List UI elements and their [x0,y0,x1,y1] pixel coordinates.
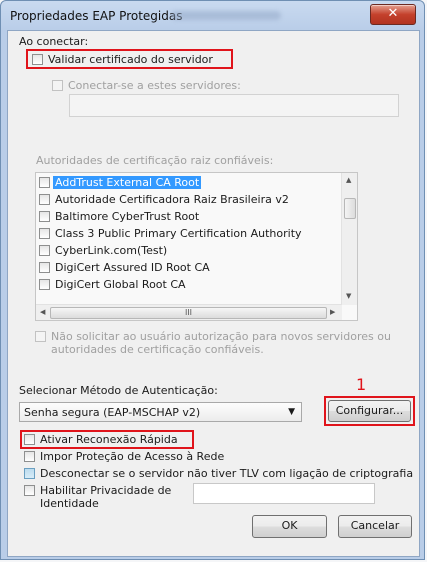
vertical-scrollbar[interactable]: ▲ ▼ [341,173,357,305]
list-item[interactable]: AddTrust External CA Root [36,175,336,191]
list-item-label: DigiCert Global Root CA [55,278,186,291]
list-item-checkbox[interactable] [39,194,50,205]
nap-label: Impor Proteção de Acesso à Rede [40,450,225,463]
connect-servers-checkbox[interactable] [52,80,63,91]
chevron-down-icon: ▼ [288,407,295,417]
scroll-left-icon[interactable]: ◀ [40,308,45,316]
list-item-checkbox[interactable] [39,177,50,188]
validate-cert-label: Validar certificado do servidor [48,53,213,66]
auth-method-label: Selecionar Método de Autenticação: [19,384,218,397]
list-item-label: DigiCert Assured ID Root CA [55,261,210,274]
cancel-button[interactable]: Cancelar [338,515,412,538]
ok-button[interactable]: OK [252,515,327,538]
list-item[interactable]: Class 3 Public Primary Certification Aut… [36,226,336,242]
trusted-roots-label: Autoridades de certificação raiz confiáv… [36,154,274,167]
list-item-checkbox[interactable] [39,245,50,256]
list-item-label: AddTrust External CA Root [53,176,202,189]
authorities-list[interactable]: AddTrust External CA Root Autoridade Cer… [35,172,358,321]
servers-input[interactable] [69,94,399,117]
list-item[interactable]: Autoridade Certificadora Raiz Brasileira… [36,192,336,208]
scroll-right-icon[interactable]: ▶ [330,308,335,316]
nap-checkbox[interactable] [24,451,35,462]
title-bar[interactable]: Propriedades EAP Protegidas ✕ [1,1,424,31]
vertical-scroll-thumb[interactable] [344,198,356,219]
annotation-number: 1 [356,375,367,394]
scroll-down-icon[interactable]: ▼ [346,292,351,300]
horizontal-scrollbar[interactable]: ◀ III ▶ [36,304,342,320]
configure-button[interactable]: Configurar... [328,400,411,422]
close-button[interactable]: ✕ [370,4,416,25]
identity-input[interactable] [193,483,375,504]
dialog-window: Propriedades EAP Protegidas ✕ Ao conecta… [0,0,425,560]
identity-privacy-label: Habilitar Privacidade de Identidade [40,484,172,510]
list-item-label: Class 3 Public Primary Certification Aut… [55,227,302,240]
group-label: Ao conectar: [19,35,89,48]
list-item[interactable]: CyberLink.com(Test) [36,243,336,259]
on-connect-group: Ao conectar: Validar certificado do serv… [19,35,412,368]
disconnect-tlv-checkbox[interactable] [24,468,35,479]
validate-cert-checkbox[interactable] [32,54,43,65]
auth-method-select[interactable]: Senha segura (EAP-MSCHAP v2) ▼ [19,402,302,422]
scroll-up-icon[interactable]: ▲ [346,176,351,184]
title-blur [171,11,281,20]
identity-privacy-checkbox[interactable] [24,485,35,496]
list-item[interactable]: Baltimore CyberTrust Root [36,209,336,225]
dialog-client: Ao conectar: Validar certificado do serv… [7,30,420,557]
disconnect-tlv-label: Desconectar se o servidor não tiver TLV … [40,467,414,480]
list-item-checkbox[interactable] [39,279,50,290]
list-item-label: Autoridade Certificadora Raiz Brasileira… [55,193,289,206]
list-item-label: CyberLink.com(Test) [55,244,168,257]
list-item-checkbox[interactable] [39,228,50,239]
list-item[interactable]: DigiCert Global Root CA [36,277,336,293]
list-item-checkbox[interactable] [39,211,50,222]
list-item-checkbox[interactable] [39,262,50,273]
no-prompt-label: Não solicitar ao usuário autorização par… [51,330,391,356]
list-item[interactable]: DigiCert Assured ID Root CA [36,260,336,276]
auth-method-value: Senha segura (EAP-MSCHAP v2) [24,406,201,419]
fast-reconnect-checkbox[interactable] [24,434,35,445]
connect-servers-label: Conectar-se a estes servidores: [68,79,241,92]
window-title: Propriedades EAP Protegidas [10,9,183,23]
horizontal-scroll-thumb[interactable]: III [50,307,327,319]
fast-reconnect-label: Ativar Reconexão Rápida [40,433,178,446]
no-prompt-checkbox[interactable] [35,331,46,342]
list-item-label: Baltimore CyberTrust Root [55,210,200,223]
